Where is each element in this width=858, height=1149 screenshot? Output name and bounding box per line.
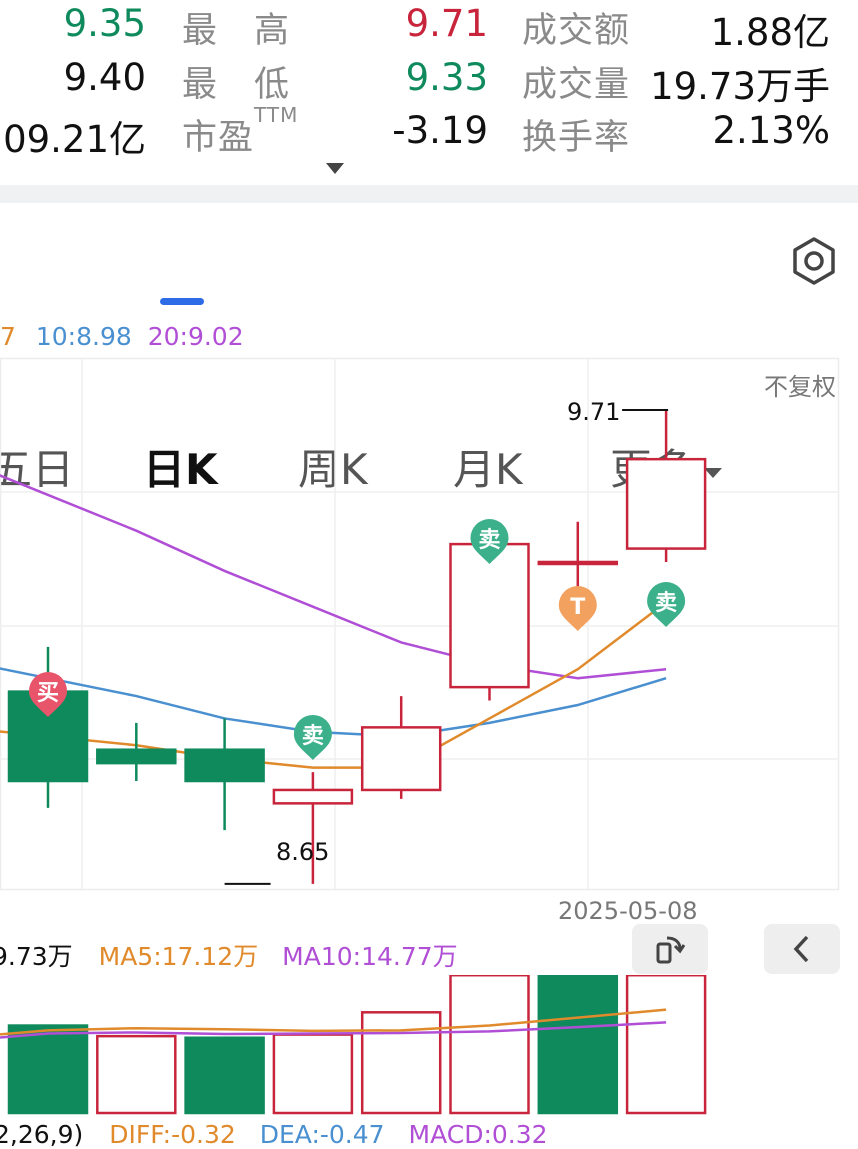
- trade-marker: T: [558, 586, 597, 631]
- collapse-button[interactable]: [764, 924, 840, 974]
- volume-legend-value: 9.73万: [0, 942, 73, 971]
- candle-body: [272, 788, 354, 805]
- ma20-line: [0, 474, 667, 680]
- low-value: 9.33: [405, 56, 488, 99]
- volume-chart[interactable]: [0, 975, 858, 1115]
- marker-label: 卖: [478, 527, 500, 553]
- volume-bar: [184, 1036, 265, 1115]
- chevron-left-icon: [793, 935, 809, 963]
- rotate-screen-button[interactable]: [632, 924, 708, 974]
- date-axis-label: 2025-05-08: [558, 897, 698, 925]
- volume-bar: [7, 1024, 89, 1115]
- macd-dea: DEA:-0.47: [259, 1120, 385, 1149]
- pe-label: 市盈TTM: [182, 103, 299, 158]
- candle-body: [184, 748, 265, 783]
- section-divider: [0, 185, 858, 203]
- turnover-rate-label: 换手率: [522, 118, 631, 158]
- macd-legend: 2,26,9) DIFF:-0.32 DEA:-0.47 MACD:0.32: [0, 1120, 548, 1149]
- candle-body: [449, 542, 530, 689]
- settings-icon[interactable]: [789, 236, 839, 286]
- volume-bar: [360, 1011, 442, 1115]
- high-price-label: 9.71: [567, 398, 621, 426]
- volume-bar: [537, 975, 619, 1115]
- marker-label: 卖: [302, 723, 324, 749]
- kline-chart[interactable]: 买卖卖T 卖: [0, 355, 858, 895]
- expand-caret-icon[interactable]: [324, 160, 346, 176]
- volume-bar: [96, 1034, 177, 1115]
- pe-ttm-sup: TTM: [254, 103, 299, 127]
- marker-label: 买: [37, 681, 59, 706]
- active-tab-indicator: [160, 298, 204, 305]
- turnover-amount-value: 1.88亿: [710, 11, 830, 54]
- high-label: 最 高: [182, 11, 291, 51]
- ma10-legend-value: 10:8.98: [35, 322, 132, 351]
- trade-marker: 卖: [293, 714, 332, 760]
- market-cap: 109.21亿: [0, 118, 146, 161]
- candle: [272, 772, 354, 884]
- volume-label: 成交量: [522, 65, 631, 105]
- candle-body: [625, 457, 707, 550]
- marker-label: T: [570, 595, 585, 620]
- high-value: 9.71: [405, 2, 488, 45]
- candle-body: [537, 560, 619, 566]
- candle: [184, 718, 265, 831]
- candle: [7, 646, 89, 808]
- macd-diff: DIFF:-0.32: [109, 1120, 236, 1149]
- low-price-label: 8.65: [276, 838, 330, 866]
- turnover-amount-label: 成交额: [522, 11, 631, 51]
- trade-marker: 卖: [647, 582, 686, 627]
- ma20-legend-value: 20:9.02: [147, 322, 244, 351]
- candle: [537, 521, 619, 589]
- volume-legend: 9.73万 MA5:17.12万 MA10:14.77万: [0, 937, 458, 973]
- adjust-mode-label[interactable]: 不复权: [764, 367, 836, 402]
- rotate-icon: [656, 936, 686, 964]
- ma5-line: [0, 601, 667, 769]
- ma-legend: 7 10:8.98 20:9.02: [0, 322, 244, 351]
- ma10-line: [0, 667, 667, 738]
- marker-label: 卖: [655, 590, 677, 616]
- volume-bar: [625, 975, 707, 1115]
- stats-header: 9.35 最 高 9.71 成交额 1.88亿 9.40 最 低 9.33 成交…: [0, 0, 858, 185]
- ma5-legend-value: 7: [0, 322, 16, 351]
- vol-ma5-legend: MA5:17.12万: [98, 942, 259, 971]
- period-tabs: 五日 日K 周K 月K 更多: [0, 203, 858, 494]
- candle: [360, 696, 442, 799]
- macd-params: 2,26,9): [0, 1120, 84, 1149]
- turnover-rate-value: 2.13%: [712, 109, 830, 152]
- candle-body: [96, 748, 177, 765]
- open-price: 9.40: [63, 56, 146, 99]
- pe-value: -3.19: [392, 109, 488, 152]
- candle: [96, 722, 177, 782]
- chart-border: [0, 357, 840, 891]
- macd-value: MACD:0.32: [408, 1120, 548, 1149]
- low-label: 最 低: [182, 65, 291, 105]
- volume-bar: [272, 1033, 354, 1115]
- current-price: 9.35: [63, 2, 146, 45]
- volume-value: 19.73万手: [650, 65, 830, 108]
- vol-ma10-legend: MA10:14.77万: [282, 942, 458, 971]
- candle: [625, 410, 707, 562]
- candle-body: [360, 726, 442, 792]
- volume-bar: [449, 975, 530, 1115]
